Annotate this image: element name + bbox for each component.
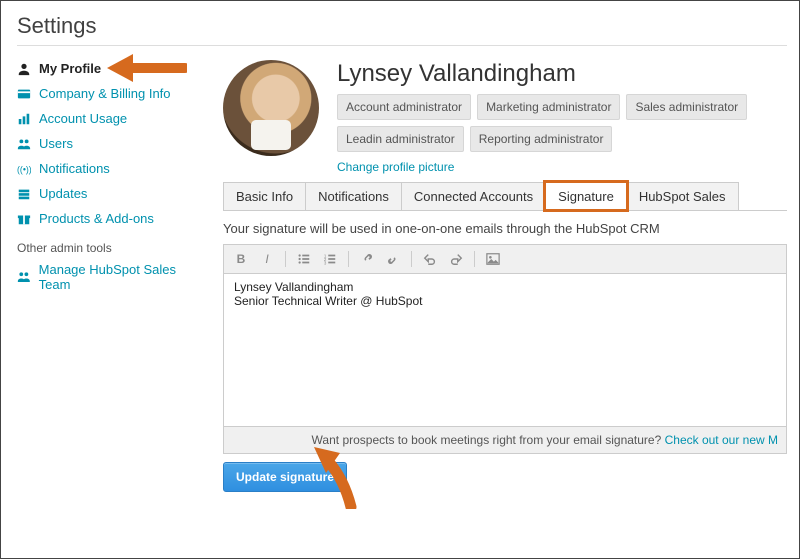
- role-badge: Reporting administrator: [470, 126, 613, 152]
- profile-name: Lynsey Vallandingham: [337, 60, 787, 88]
- role-badge: Leadin administrator: [337, 126, 464, 152]
- editor-toolbar: B I 123: [224, 245, 786, 274]
- sidebar-item-updates[interactable]: Updates: [17, 181, 207, 206]
- separator: [411, 251, 412, 267]
- card-icon: [17, 87, 31, 101]
- footer-link[interactable]: Check out our new M: [665, 433, 778, 447]
- unlink-button[interactable]: [382, 249, 404, 269]
- footer-text: Want prospects to book meetings right fr…: [312, 433, 665, 447]
- settings-content: Lynsey Vallandingham Account administrat…: [223, 56, 787, 492]
- tab-basic-info[interactable]: Basic Info: [223, 182, 306, 210]
- profile-tabs: Basic Info Notifications Connected Accou…: [223, 182, 787, 211]
- sidebar-item-account-usage[interactable]: Account Usage: [17, 106, 207, 131]
- signals-icon: ((•)): [17, 162, 31, 176]
- signature-editor: B I 123: [223, 244, 787, 454]
- role-badges: Account administrator Marketing administ…: [337, 94, 787, 152]
- sidebar-label: Products & Add-ons: [39, 211, 154, 226]
- tab-notifications[interactable]: Notifications: [305, 182, 402, 210]
- redo-button[interactable]: [445, 249, 467, 269]
- people-icon: [17, 137, 31, 151]
- gift-icon: [17, 212, 31, 226]
- svg-text:((•)): ((•)): [17, 164, 31, 174]
- bulleted-list-button[interactable]: [293, 249, 315, 269]
- separator: [474, 251, 475, 267]
- page-title: Settings: [17, 13, 787, 39]
- tab-hubspot-sales[interactable]: HubSpot Sales: [626, 182, 739, 210]
- user-icon: [17, 62, 31, 76]
- stack-icon: [17, 187, 31, 201]
- signature-textarea[interactable]: Lynsey Vallandingham Senior Technical Wr…: [224, 274, 786, 426]
- divider: [17, 45, 787, 46]
- svg-text:3: 3: [324, 260, 327, 265]
- settings-sidebar: My Profile Company & Billing Info Accoun…: [17, 56, 207, 492]
- sidebar-label: Company & Billing Info: [39, 86, 171, 101]
- signature-description: Your signature will be used in one-on-on…: [223, 221, 787, 236]
- link-button[interactable]: [356, 249, 378, 269]
- sidebar-item-notifications[interactable]: ((•)) Notifications: [17, 156, 207, 181]
- separator: [348, 251, 349, 267]
- sidebar-label: Manage HubSpot Sales Team: [39, 262, 207, 292]
- numbered-list-button[interactable]: 123: [319, 249, 341, 269]
- tab-signature[interactable]: Signature: [545, 182, 627, 210]
- bold-button[interactable]: B: [230, 249, 252, 269]
- role-badge: Sales administrator: [626, 94, 747, 120]
- undo-button[interactable]: [419, 249, 441, 269]
- role-badge: Marketing administrator: [477, 94, 620, 120]
- separator: [285, 251, 286, 267]
- sidebar-item-products-addons[interactable]: Products & Add-ons: [17, 206, 207, 231]
- change-picture-link[interactable]: Change profile picture: [337, 160, 454, 174]
- sidebar-label: Users: [39, 136, 73, 151]
- sidebar-label: Updates: [39, 186, 87, 201]
- sidebar-item-users[interactable]: Users: [17, 131, 207, 156]
- tab-connected-accounts[interactable]: Connected Accounts: [401, 182, 546, 210]
- bar-chart-icon: [17, 112, 31, 126]
- sidebar-item-manage-sales-team[interactable]: Manage HubSpot Sales Team: [17, 257, 207, 297]
- insert-image-button[interactable]: [482, 249, 504, 269]
- sidebar-label: Notifications: [39, 161, 110, 176]
- sidebar-other-heading: Other admin tools: [17, 241, 207, 255]
- update-signature-button[interactable]: Update signature: [223, 462, 347, 492]
- avatar: [223, 60, 319, 156]
- people-icon: [17, 270, 31, 284]
- editor-footer: Want prospects to book meetings right fr…: [224, 426, 786, 453]
- sidebar-label: My Profile: [39, 61, 101, 76]
- sidebar-item-my-profile[interactable]: My Profile: [17, 56, 207, 81]
- sidebar-label: Account Usage: [39, 111, 127, 126]
- sidebar-item-company-billing[interactable]: Company & Billing Info: [17, 81, 207, 106]
- italic-button[interactable]: I: [256, 249, 278, 269]
- role-badge: Account administrator: [337, 94, 471, 120]
